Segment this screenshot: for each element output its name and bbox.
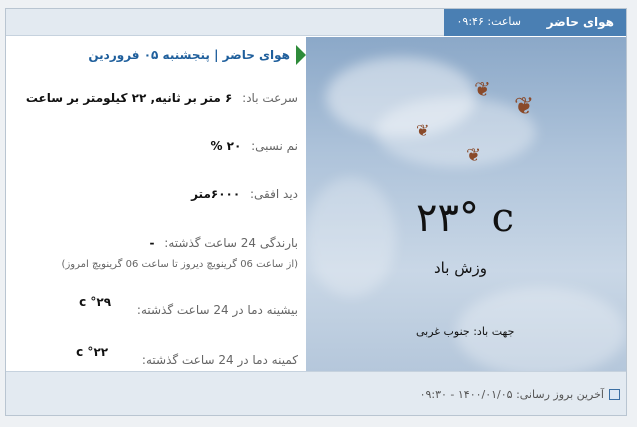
tab-current-weather[interactable]: هوای حاضر ساعت: ۰۹:۴۶ — [444, 9, 626, 36]
current-time: ساعت: ۰۹:۴۶ — [457, 15, 521, 28]
max-temp-row: بیشینه دما در 24 ساعت گذشته: ۲۹° c — [79, 295, 298, 317]
leaf-icon: ❦ — [416, 121, 430, 140]
leaf-icon: ❦ — [466, 145, 482, 166]
rain-value: - — [149, 236, 155, 250]
weather-condition: وزش باد — [434, 259, 487, 277]
rain-label: بارندگی 24 ساعت گذشته: — [164, 236, 298, 250]
max-temp-value: ۲۹° c — [79, 295, 112, 309]
last-update-label: آخرین بروز رسانی: — [516, 388, 604, 401]
last-update: آخرین بروز رسانی: ۱۴۰۰/۰۱/۰۵ - ۰۹:۳۰ — [420, 388, 604, 401]
leaf-icon: ❦ — [514, 92, 535, 120]
humidity-row: نم نسبی: ۲۰ % — [210, 139, 298, 153]
rain-row: بارندگی 24 ساعت گذشته: - — [149, 236, 298, 250]
max-temp-label: بیشینه دما در 24 ساعت گذشته: — [136, 303, 298, 317]
top-bar: هوای حاضر ساعت: ۰۹:۴۶ — [6, 9, 626, 36]
details-heading: هوای حاضر | پنجشنبه ۰۵ فروردین — [88, 45, 306, 65]
weather-image: ❦ ❦ ❦ ❦ ۲۳° c وزش باد جهت باد: جنوب غربی — [306, 37, 626, 371]
leaf-icon: ❦ — [474, 77, 491, 101]
footer: آخرین بروز رسانی: ۱۴۰۰/۰۱/۰۵ - ۰۹:۳۰ — [6, 371, 626, 415]
heading-date: پنجشنبه ۰۵ فروردین — [88, 48, 210, 62]
weather-details: هوای حاضر | پنجشنبه ۰۵ فروردین سرعت باد:… — [6, 37, 306, 371]
last-update-value: ۱۴۰۰/۰۱/۰۵ - ۰۹:۳۰ — [419, 388, 513, 401]
humidity-label: نم نسبی: — [251, 139, 298, 153]
visibility-value: ۶۰۰۰متر — [191, 187, 241, 201]
visibility-row: دید افقی: ۶۰۰۰متر — [191, 187, 298, 201]
green-arrow-icon — [296, 45, 306, 65]
min-temp-value: ۲۲° c — [76, 345, 109, 359]
wind-speed-label: سرعت باد: — [242, 91, 298, 105]
visibility-label: دید افقی: — [250, 187, 298, 201]
time-value: ۰۹:۴۶ — [456, 15, 484, 28]
heading-title: هوای حاضر — [222, 48, 290, 62]
min-temp-label: کمینه دما در 24 ساعت گذشته: — [141, 353, 298, 367]
heading-separator: | — [214, 48, 219, 62]
update-icon — [609, 389, 620, 400]
weather-widget: هوای حاضر ساعت: ۰۹:۴۶ ❦ ❦ ❦ ❦ ۲۳° c وزش … — [5, 8, 627, 416]
time-label: ساعت: — [487, 15, 521, 28]
wind-speed-row: سرعت باد: ۶ متر بر ثانیه, ۲۲ کیلومتر بر … — [26, 91, 298, 105]
wind-direction-label: جهت باد: — [473, 325, 515, 338]
wind-direction: جهت باد: جنوب غربی — [416, 325, 514, 338]
wind-direction-value: جنوب غربی — [416, 325, 470, 338]
temperature: ۲۳° c — [416, 195, 515, 241]
wind-speed-value: ۶ متر بر ثانیه, ۲۲ کیلومتر بر ساعت — [25, 91, 233, 105]
rain-note: (از ساعت 06 گرینویچ دیروز تا ساعت 06 گری… — [61, 259, 298, 270]
humidity-value: ۲۰ % — [210, 139, 242, 153]
min-temp-row: کمینه دما در 24 ساعت گذشته: ۲۲° c — [76, 345, 298, 367]
tab-title: هوای حاضر — [546, 15, 614, 29]
